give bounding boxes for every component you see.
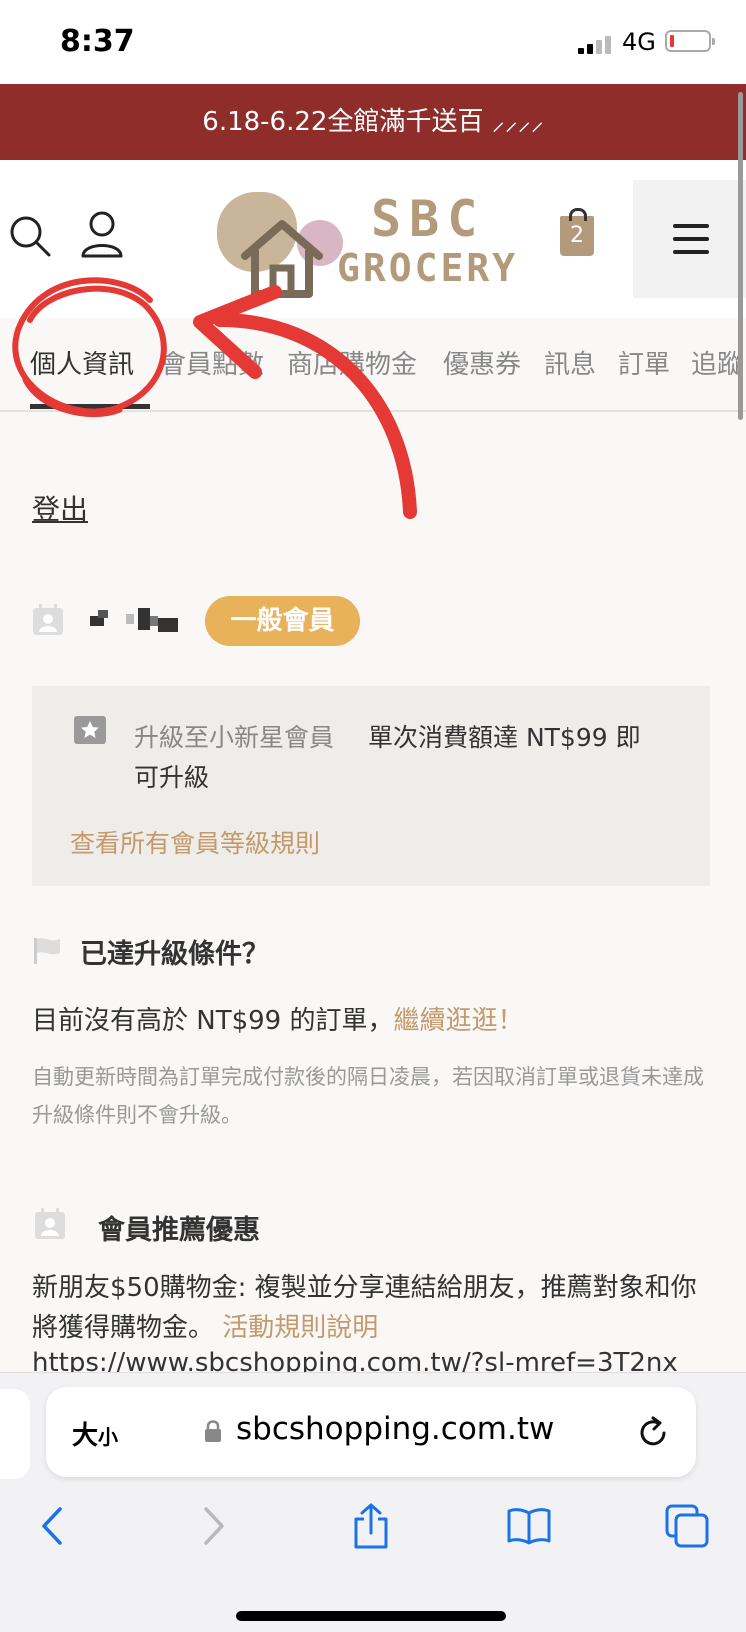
upgrade-reached-section: 已達升級條件？ — [32, 932, 632, 970]
status-bar: 8:37 4G — [0, 0, 746, 84]
view-all-levels-link[interactable]: 查看所有會員等級規則 — [70, 824, 320, 860]
previous-tab-card[interactable] — [0, 1389, 30, 1479]
battery-icon — [665, 30, 715, 52]
tab-tracking[interactable]: 追蹤 — [691, 344, 743, 381]
upgrade-condition: 單次消費額達 NT$99 即 — [368, 723, 641, 752]
id-card-icon — [33, 604, 63, 635]
back-icon[interactable] — [32, 1503, 78, 1549]
referral-rules-link[interactable]: 活動規則說明 — [222, 1313, 378, 1343]
status-time: 8:37 — [60, 24, 135, 59]
referral-title: 會員推薦優惠 — [98, 1215, 260, 1246]
text-size-button[interactable]: 大小 — [72, 1415, 118, 1452]
active-tab-indicator — [30, 404, 150, 409]
flag-icon — [34, 938, 60, 964]
browser-toolbar: 大小 sbcshopping.com.tw — [0, 1372, 746, 1632]
tab-coupons[interactable]: 優惠券 — [443, 344, 521, 381]
home-indicator — [236, 1611, 506, 1621]
account-tabs: 個人資訊 會員點數 商店購物金 優惠券 訊息 訂單 追蹤 — [0, 318, 746, 412]
site-header: SBC GROCERY 2 — [0, 160, 746, 318]
logout-link[interactable]: 登出 — [32, 488, 88, 528]
brand-name-line2: GROCERY — [337, 246, 519, 290]
house-logo-icon — [241, 220, 323, 298]
bookmarks-icon[interactable] — [506, 1503, 552, 1549]
promo-text: 6.18-6.22全館滿千送百 ⸝⸝⸝⸝ — [202, 107, 544, 137]
upgrade-condition-cont: 可升級 — [134, 763, 210, 792]
reload-icon[interactable] — [636, 1415, 670, 1449]
signal-icon — [578, 36, 614, 54]
address-bar[interactable]: 大小 sbcshopping.com.tw — [46, 1387, 696, 1477]
forward-icon[interactable] — [190, 1503, 236, 1549]
cart-icon[interactable]: 2 — [560, 208, 594, 256]
lock-icon — [205, 1420, 221, 1442]
referral-section: 會員推薦優惠 — [32, 1206, 532, 1246]
cart-count: 2 — [570, 223, 584, 248]
tab-orders[interactable]: 訂單 — [618, 344, 670, 381]
user-icon[interactable] — [80, 210, 124, 258]
upgrade-reached-title: 已達升級條件？ — [80, 939, 269, 970]
upgrade-tier-label: 升級至小新星會員 — [134, 723, 335, 752]
id-card-icon — [35, 1208, 65, 1239]
search-icon[interactable] — [8, 214, 52, 258]
tab-profile[interactable]: 個人資訊 — [30, 344, 134, 381]
network-label: 4G — [622, 28, 656, 56]
address-url: sbcshopping.com.tw — [236, 1411, 555, 1447]
member-info: 一般會員 — [32, 596, 412, 646]
upgrade-info-box: 升級至小新星會員 單次消費額達 NT$99 即 可升級 查看所有會員等級規則 — [32, 686, 710, 886]
tabs-icon[interactable] — [664, 1503, 710, 1549]
tab-store-credit[interactable]: 商店購物金 — [287, 344, 417, 381]
no-orders-message: 目前沒有高於 NT$99 的訂單，繼續逛逛！ — [32, 1006, 524, 1036]
referral-description: 新朋友$50購物金: 複製並分享連結給朋友，推薦對象和你將獲得購物金。 活動規則… — [32, 1273, 697, 1343]
page-scrollbar[interactable] — [738, 92, 743, 420]
brand-name-line1: SBC — [371, 190, 486, 248]
username-blurred — [90, 606, 216, 634]
share-icon[interactable] — [348, 1503, 394, 1549]
hamburger-menu-icon[interactable] — [633, 180, 746, 298]
upgrade-note: 自動更新時間為訂單完成付款後的隔日凌晨，若因取消訂單或退貨未達成升級條件則不會升… — [32, 1065, 704, 1127]
member-level-badge: 一般會員 — [205, 596, 360, 646]
tab-messages[interactable]: 訊息 — [544, 344, 596, 381]
tab-points[interactable]: 會員點數 — [160, 344, 264, 381]
continue-shopping-link[interactable]: 繼續逛逛！ — [394, 1006, 524, 1036]
star-card-icon — [74, 716, 106, 744]
promo-banner[interactable]: 6.18-6.22全館滿千送百 ⸝⸝⸝⸝ — [0, 84, 746, 160]
store-logo[interactable]: SBC GROCERY — [215, 188, 535, 298]
